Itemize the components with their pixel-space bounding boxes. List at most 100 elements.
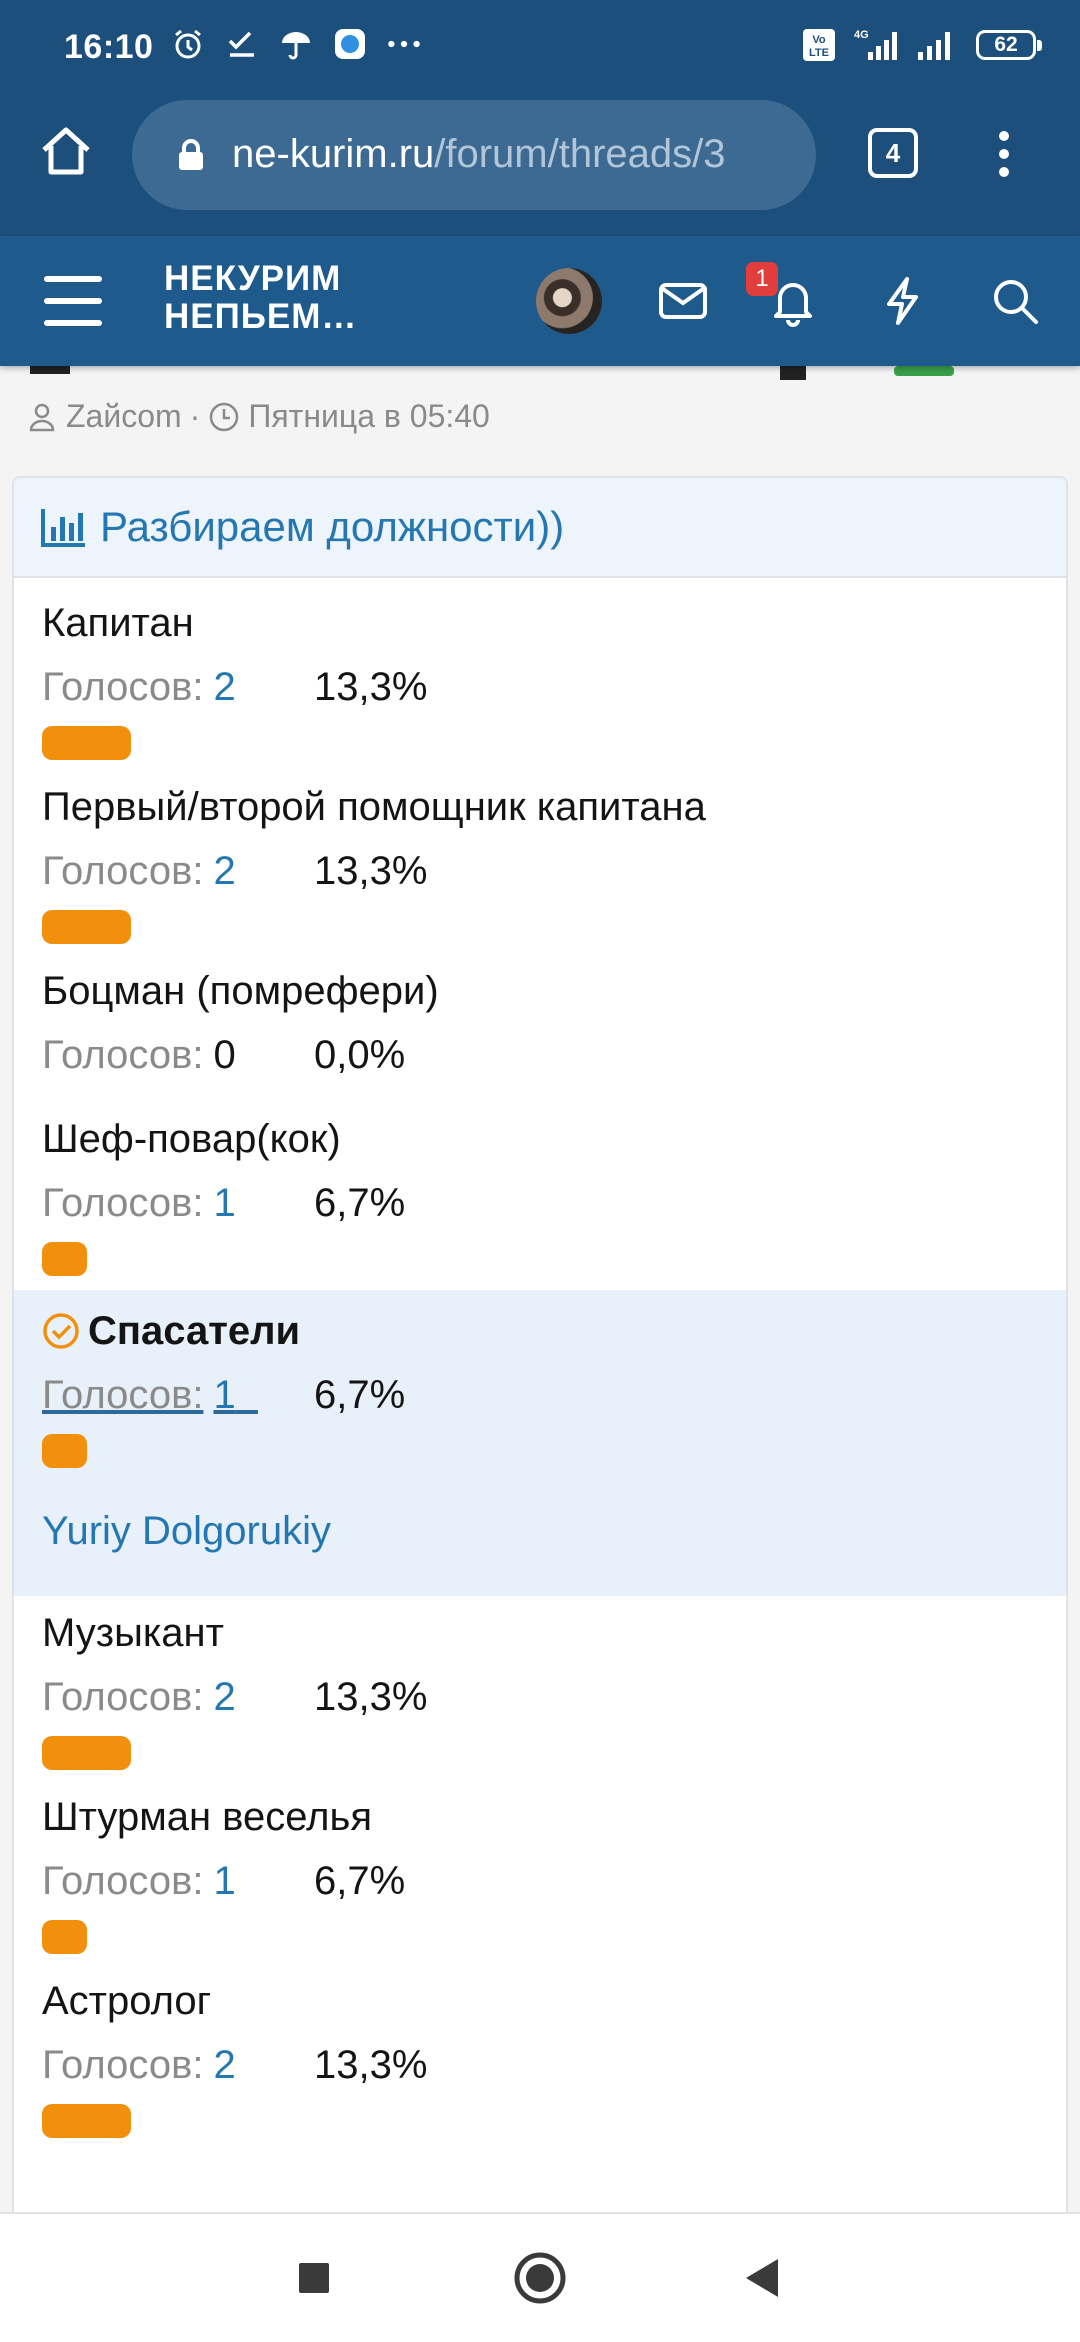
tab-count: 4 (885, 137, 901, 168)
votes-label: Голосов: (42, 1181, 204, 1225)
user-icon (29, 403, 55, 431)
home-icon[interactable] (34, 120, 98, 184)
status-bar: 16:10 Vo LTE 4G 62 (0, 0, 1080, 96)
browser-toolbar: ne-kurim.ru/forum/threads/3 4 (0, 96, 1080, 236)
votes-count[interactable]: 2 (213, 1674, 235, 1720)
vote-bar (42, 1434, 87, 1468)
recents-square-icon[interactable] (284, 2248, 344, 2308)
votes-count: 0 (213, 1033, 236, 1077)
svg-text:LTE: LTE (809, 47, 829, 59)
address-bar[interactable]: ne-kurim.ru/forum/threads/3 (132, 100, 816, 210)
svg-text:Vo: Vo (812, 34, 826, 46)
poll-header: Разбираем должности)) (14, 478, 1066, 578)
response-name: Шеф-повар(кок) (42, 1117, 341, 1161)
umbrella-icon (278, 26, 314, 62)
battery-level: 62 (994, 33, 1018, 56)
url-host: ne-kurim.ru (232, 132, 435, 176)
poll-response: Астролог Голосов: 2 13,3% (14, 1976, 1066, 2160)
battery-icon: 62 (976, 30, 1042, 60)
status-time: 16:10 (64, 28, 154, 66)
response-name: Музыкант (42, 1611, 224, 1655)
logo-line-1: НЕКУРИМ (164, 259, 342, 298)
response-name: Спасатели (88, 1309, 301, 1353)
votes-label: Голосов: (42, 1033, 204, 1077)
vote-bar (42, 726, 132, 760)
votes-label: Голосов: (42, 665, 204, 709)
votes-label: Голосов: (42, 1675, 204, 1719)
votes-label: Голосов: (42, 1373, 204, 1417)
votes-count: 1 (213, 1373, 236, 1417)
logo-line-2: НЕПЬЕМ… (164, 297, 358, 336)
response-name: Капитан (42, 601, 194, 645)
votes-count[interactable]: 1 (213, 1858, 235, 1904)
thread-date[interactable]: Пятница в 05:40 (248, 398, 490, 435)
vote-percent: 13,3% (314, 1675, 428, 1719)
url-path: /forum/threads/3 (434, 132, 726, 176)
alarm-icon (170, 26, 206, 62)
response-name: Астролог (42, 1979, 212, 2023)
clock-icon (210, 402, 239, 431)
signal-icon: 4G (854, 29, 897, 60)
voters-link[interactable]: Голосов: 1 (42, 1372, 258, 1418)
lock-icon (179, 139, 203, 170)
vote-percent: 13,3% (314, 665, 428, 709)
poll-response: Музыкант Голосов: 2 13,3% (14, 1596, 1066, 1792)
vote-bar (42, 1920, 87, 1954)
poll-response-selected: Спасатели Голосов: 1 6,7% Yuriy Dolgoruki… (14, 1290, 1066, 1596)
site-logo[interactable]: НЕКУРИМ НЕПЬЕМ… (164, 260, 357, 336)
user-avatar[interactable] (536, 268, 602, 334)
notification-badge: 1 (746, 262, 778, 296)
poll-response: Первый/второй помощник капитана Голосов:… (14, 782, 1066, 966)
vote-bar (42, 1736, 132, 1770)
votes-label: Голосов: (42, 2043, 204, 2087)
poll-block: Разбираем должности)) Капитан Голосов: 2… (12, 476, 1068, 2236)
tab-switcher-button[interactable]: 4 (868, 128, 918, 178)
signal-icon (918, 32, 950, 60)
status-icons-left (170, 26, 422, 62)
vote-percent: 13,3% (314, 2043, 428, 2087)
bar-chart-icon (41, 509, 85, 547)
vote-bar (42, 1242, 87, 1276)
browser-menu-icon[interactable] (984, 122, 1024, 186)
status-icons-right: Vo LTE 4G 62 (802, 28, 1042, 62)
vote-bar (42, 2104, 132, 2138)
url-text[interactable]: ne-kurim.ru/forum/threads/3 (232, 132, 802, 177)
svg-text:4G: 4G (854, 29, 869, 41)
vote-percent: 6,7% (314, 1373, 406, 1417)
vote-percent: 6,7% (314, 1181, 406, 1225)
poll-response: Капитан Голосов: 2 13,3% (14, 578, 1066, 782)
response-name: Первый/второй помощник капитана (42, 785, 706, 829)
app-icon (332, 26, 368, 62)
mail-icon[interactable] (656, 274, 710, 328)
response-name: Штурман веселья (42, 1795, 372, 1839)
more-dots-icon (386, 26, 422, 62)
thread-title-cutoff (0, 366, 1080, 396)
vote-percent: 13,3% (314, 849, 428, 893)
search-icon[interactable] (988, 274, 1042, 328)
vote-bar (42, 910, 132, 944)
back-triangle-icon[interactable] (732, 2248, 792, 2308)
thread-author[interactable]: Zaйcom (66, 398, 182, 435)
system-navigation-bar (0, 2212, 1080, 2342)
vote-percent: 6,7% (314, 1859, 406, 1903)
thread-meta: Zaйcom · Пятница в 05:40 (26, 398, 490, 435)
poll-response: Штурман веселья Голосов: 1 6,7% (14, 1792, 1066, 1976)
votes-label: Голосов: (42, 849, 204, 893)
response-name-selected: Спасатели (42, 1308, 1066, 1354)
poll-title: Разбираем должности)) (100, 503, 565, 550)
task-check-icon (224, 26, 260, 62)
meta-separator: · (189, 398, 201, 434)
lightning-icon[interactable] (876, 274, 930, 328)
check-circle-icon (43, 1313, 79, 1349)
poll-response: Боцман (помрефери) Голосов: 0 0,0% (14, 966, 1066, 1102)
hamburger-menu-icon[interactable] (42, 272, 106, 330)
site-header: НЕКУРИМ НЕПЬЕМ… 1 (0, 236, 1080, 366)
votes-count[interactable]: 1 (213, 1180, 235, 1226)
volte-icon: VoLTE (803, 29, 835, 61)
votes-count[interactable]: 2 (213, 664, 235, 710)
votes-count[interactable]: 2 (213, 848, 235, 894)
voter-name-link[interactable]: Yuriy Dolgorukiy (42, 1508, 1066, 1596)
response-name: Боцман (помрефери) (42, 969, 439, 1013)
votes-count[interactable]: 2 (213, 2042, 235, 2088)
home-circle-icon[interactable] (510, 2248, 570, 2308)
